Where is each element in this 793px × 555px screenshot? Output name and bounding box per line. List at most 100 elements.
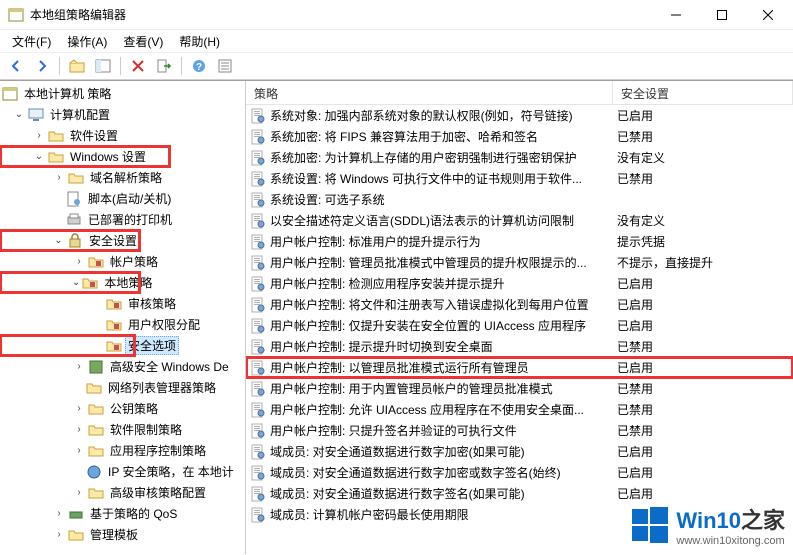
- tree-computer-config[interactable]: ⌄ 计算机配置: [0, 104, 245, 125]
- policy-text: 用户帐户控制: 标准用户的提升提示行为: [270, 233, 617, 250]
- list-row[interactable]: 用户帐户控制: 管理员批准模式中管理员的提升权限提示的...不提示，直接提升: [246, 252, 793, 273]
- policy-setting: 已启用: [617, 443, 789, 460]
- tree-audit-policy[interactable]: 审核策略: [0, 293, 245, 314]
- tree-pane[interactable]: 本地计算机 策略 ⌄ 计算机配置 › 软件设置: [0, 81, 246, 554]
- expand-icon[interactable]: ›: [72, 402, 86, 416]
- policy-text: 系统设置: 将 Windows 可执行文件中的证书规则用于软件...: [270, 170, 617, 187]
- expand-icon[interactable]: ›: [72, 486, 86, 500]
- delete-button[interactable]: [126, 54, 150, 78]
- policy-item-icon: [250, 108, 266, 124]
- tree-admin-templates[interactable]: › 管理模板: [0, 524, 245, 545]
- properties-icon: [217, 58, 233, 74]
- up-button[interactable]: [65, 54, 89, 78]
- maximize-button[interactable]: [699, 0, 745, 30]
- tree-public-key[interactable]: › 公钥策略: [0, 398, 245, 419]
- back-button[interactable]: [4, 54, 28, 78]
- tree-security-settings[interactable]: ⌄ 安全设置: [0, 230, 140, 251]
- list-row[interactable]: 用户帐户控制: 允许 UIAccess 应用程序在不使用安全桌面...已禁用: [246, 399, 793, 420]
- list-row[interactable]: 用户帐户控制: 仅提升安装在安全位置的 UIAccess 应用程序已启用: [246, 315, 793, 336]
- tree-scripts[interactable]: 脚本(启动/关机): [0, 188, 245, 209]
- list-body[interactable]: 系统对象: 加强内部系统对象的默认权限(例如，符号链接)已启用系统加密: 将 F…: [246, 105, 793, 554]
- tree-ip-security[interactable]: IP 安全策略，在 本地计: [0, 461, 245, 482]
- list-row[interactable]: 系统对象: 加强内部系统对象的默认权限(例如，符号链接)已启用: [246, 105, 793, 126]
- tree-label: 安全设置: [86, 231, 140, 250]
- list-row[interactable]: 域成员: 对安全通道数据进行数字加密(如果可能)已启用: [246, 441, 793, 462]
- tree-software-restrict[interactable]: › 软件限制策略: [0, 419, 245, 440]
- close-button[interactable]: [745, 0, 791, 30]
- main-content: 本地计算机 策略 ⌄ 计算机配置 › 软件设置: [0, 80, 793, 554]
- expand-icon[interactable]: ›: [52, 528, 66, 542]
- tree-windows-settings[interactable]: ⌄ Windows 设置: [0, 146, 170, 167]
- collapse-icon[interactable]: ⌄: [72, 276, 80, 290]
- window-title: 本地组策略编辑器: [30, 6, 653, 23]
- policy-item-icon: [250, 129, 266, 145]
- list-row[interactable]: 用户帐户控制: 提示提升时切换到安全桌面已禁用: [246, 336, 793, 357]
- policy-text: 系统加密: 将 FIPS 兼容算法用于加密、哈希和签名: [270, 128, 617, 145]
- minimize-button[interactable]: [653, 0, 699, 30]
- tree-label: 用户权限分配: [125, 315, 203, 334]
- export-button[interactable]: [152, 54, 176, 78]
- list-row[interactable]: 系统加密: 将 FIPS 兼容算法用于加密、哈希和签名已禁用: [246, 126, 793, 147]
- tree-root[interactable]: 本地计算机 策略: [0, 83, 245, 104]
- menu-view[interactable]: 查看(V): [115, 31, 171, 52]
- tree-account-policy[interactable]: › 帐户策略: [0, 251, 245, 272]
- policy-setting: 已启用: [617, 296, 789, 313]
- tree-user-rights[interactable]: 用户权限分配: [0, 314, 245, 335]
- policy-text: 用户帐户控制: 管理员批准模式中管理员的提升权限提示的...: [270, 254, 617, 271]
- list-row[interactable]: 用户帐户控制: 以管理员批准模式运行所有管理员已启用: [246, 357, 793, 378]
- folder-icon: [68, 170, 84, 186]
- column-setting[interactable]: 安全设置: [613, 81, 793, 104]
- policy-item-icon: [250, 486, 266, 502]
- list-row[interactable]: 域成员: 对安全通道数据进行数字签名(如果可能)已启用: [246, 483, 793, 504]
- expand-icon[interactable]: ›: [72, 255, 86, 269]
- expand-icon[interactable]: ›: [32, 129, 46, 143]
- list-row[interactable]: 用户帐户控制: 检测应用程序安装并提示提升已启用: [246, 273, 793, 294]
- separator: [59, 57, 60, 75]
- list-row[interactable]: 以安全描述符定义语言(SDDL)语法表示的计算机访问限制没有定义: [246, 210, 793, 231]
- collapse-icon[interactable]: ⌄: [12, 108, 26, 122]
- tree-advanced-audit[interactable]: › 高级审核策略配置: [0, 482, 245, 503]
- list-row[interactable]: 系统设置: 可选子系统: [246, 189, 793, 210]
- list-row[interactable]: 系统加密: 为计算机上存储的用户密钥强制进行强密钥保护没有定义: [246, 147, 793, 168]
- collapse-icon[interactable]: ⌄: [52, 234, 65, 248]
- tree-printers[interactable]: 已部署的打印机: [0, 209, 245, 230]
- menu-help[interactable]: 帮助(H): [171, 31, 228, 52]
- tree-network-list[interactable]: 网络列表管理器策略: [0, 377, 245, 398]
- collapse-icon[interactable]: ⌄: [32, 150, 46, 164]
- printer-icon: [66, 212, 82, 228]
- tree-label: Windows 设置: [67, 147, 149, 166]
- tree-label: 公钥策略: [107, 399, 161, 418]
- expand-icon[interactable]: ›: [72, 360, 86, 374]
- policy-text: 用户帐户控制: 仅提升安装在安全位置的 UIAccess 应用程序: [270, 317, 617, 334]
- menu-file[interactable]: 文件(F): [4, 31, 59, 52]
- tree-local-policy[interactable]: ⌄ 本地策略: [0, 272, 140, 293]
- expand-icon[interactable]: ›: [52, 507, 66, 521]
- expand-icon[interactable]: ›: [72, 423, 86, 437]
- tree-windows-defender[interactable]: › 高级安全 Windows De: [0, 356, 245, 377]
- policy-folder-icon: [88, 254, 104, 270]
- policy-item-icon: [250, 444, 266, 460]
- tree-app-control[interactable]: › 应用程序控制策略: [0, 440, 245, 461]
- expand-icon[interactable]: ›: [52, 171, 66, 185]
- menu-action[interactable]: 操作(A): [59, 31, 115, 52]
- separator: [181, 57, 182, 75]
- list-row[interactable]: 用户帐户控制: 标准用户的提升提示行为提示凭据: [246, 231, 793, 252]
- list-row[interactable]: 用户帐户控制: 只提升签名并验证的可执行文件已禁用: [246, 420, 793, 441]
- tree-policy-qos[interactable]: › 基于策略的 QoS: [0, 503, 245, 524]
- properties-button[interactable]: [213, 54, 237, 78]
- help-button[interactable]: ?: [187, 54, 211, 78]
- forward-button[interactable]: [30, 54, 54, 78]
- list-row[interactable]: 域成员: 对安全通道数据进行数字加密或数字签名(始终)已启用: [246, 462, 793, 483]
- security-icon: [67, 233, 83, 249]
- expand-icon[interactable]: ›: [72, 444, 86, 458]
- tree-label: 域名解析策略: [87, 168, 165, 187]
- tree-dns-policy[interactable]: › 域名解析策略: [0, 167, 245, 188]
- tree-software-settings[interactable]: › 软件设置: [0, 125, 245, 146]
- tree-security-options[interactable]: 安全选项: [0, 335, 135, 356]
- show-hide-button[interactable]: [91, 54, 115, 78]
- column-policy[interactable]: 策略: [246, 81, 613, 104]
- windows-logo-icon: [630, 505, 670, 545]
- list-row[interactable]: 用户帐户控制: 用于内置管理员帐户的管理员批准模式已禁用: [246, 378, 793, 399]
- list-row[interactable]: 用户帐户控制: 将文件和注册表写入错误虚拟化到每用户位置已启用: [246, 294, 793, 315]
- list-row[interactable]: 系统设置: 将 Windows 可执行文件中的证书规则用于软件...已禁用: [246, 168, 793, 189]
